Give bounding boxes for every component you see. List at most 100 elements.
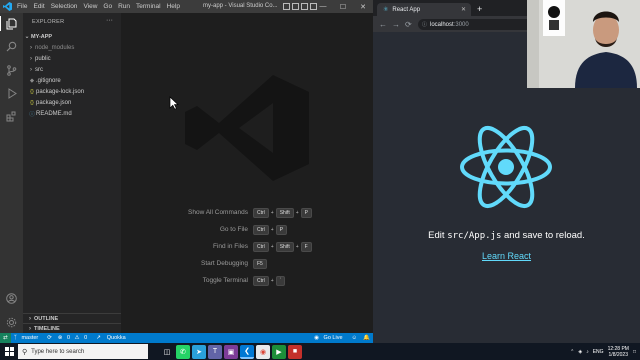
editor-area[interactable]: Show All Commands Ctrl + Shift + P Go to… — [121, 13, 373, 333]
mouse-cursor-icon — [169, 96, 179, 110]
toggle-panel-icon[interactable] — [292, 3, 299, 10]
tab-title: React App — [392, 6, 421, 13]
clock[interactable]: 12:28 PM 1/8/2023 — [608, 346, 629, 358]
url-field[interactable]: ⓘ localhost:3000 — [418, 19, 538, 30]
clock-date: 1/8/2023 — [608, 351, 628, 358]
key: Shift — [275, 208, 294, 218]
quokka-status[interactable]: Quokka — [104, 335, 129, 341]
reload-icon[interactable]: ⟳ — [405, 20, 412, 29]
hint-show-all-commands: Show All Commands — [188, 209, 248, 216]
run-debug-icon[interactable] — [4, 86, 19, 101]
tree-item-package-lock[interactable]: {} package-lock.json — [23, 86, 121, 97]
remote-indicator[interactable]: ⇄ — [0, 333, 11, 343]
vscode-taskbar-icon[interactable]: ❮ — [240, 344, 254, 359]
go-live-button[interactable]: ◉ Go Live — [311, 335, 348, 341]
edit-code: src/App.js — [447, 231, 502, 241]
volume-icon[interactable]: ♪ — [586, 349, 589, 355]
toggle-sidebar-icon[interactable] — [283, 3, 290, 10]
menu-run[interactable]: Run — [115, 3, 133, 10]
network-icon[interactable]: ◈ — [578, 349, 582, 355]
toggle-secondary-sidebar-icon[interactable] — [301, 3, 308, 10]
telegram-icon[interactable]: ➤ — [192, 344, 206, 359]
explorer-icon[interactable] — [0, 16, 23, 31]
chrome-icon[interactable]: ◉ — [256, 344, 270, 359]
maximize-button[interactable]: ☐ — [333, 0, 353, 13]
key: ` — [275, 276, 286, 286]
tree-item-readme[interactable]: ⓘ README.md — [23, 108, 121, 119]
menu-bar: File Edit Selection View Go Run Terminal… — [14, 3, 183, 10]
menu-selection[interactable]: Selection — [48, 3, 81, 10]
problems-status[interactable]: ⊗ 0 ⚠ 0 — [55, 335, 93, 341]
chevron-right-icon: › — [30, 44, 32, 51]
red-app-icon[interactable]: ■ — [288, 344, 302, 359]
manage-gear-icon[interactable] — [4, 315, 19, 330]
menu-help[interactable]: Help — [164, 3, 183, 10]
account-icon[interactable] — [4, 291, 19, 306]
key: F — [300, 242, 312, 252]
notification-center-icon[interactable]: □ — [633, 349, 636, 355]
tree-item-label: package-lock.json — [36, 88, 85, 95]
forward-arrow-icon[interactable]: → — [392, 20, 400, 29]
menu-terminal[interactable]: Terminal — [133, 3, 164, 10]
explorer-sidebar: EXPLORER ··· ⌄ MY-APP › node_modules › p… — [23, 13, 121, 333]
tree-item-node-modules[interactable]: › node_modules — [23, 42, 121, 53]
tab-react-app[interactable]: ⚛ React App ✕ — [377, 3, 471, 16]
search-icon: ⚲ — [22, 348, 28, 356]
menu-go[interactable]: Go — [100, 3, 115, 10]
search-icon[interactable] — [4, 39, 19, 54]
menu-view[interactable]: View — [80, 3, 100, 10]
timeline-section[interactable]: › TIMELINE — [23, 323, 121, 333]
minimize-button[interactable]: — — [313, 0, 333, 13]
key: P — [275, 225, 288, 235]
git-file-icon: ◆ — [29, 77, 35, 84]
keys-show-all-commands: Ctrl + Shift + P — [253, 208, 312, 218]
new-tab-button[interactable]: + — [477, 4, 482, 14]
tree-item-label: package.json — [36, 99, 72, 106]
explorer-more-actions[interactable]: ··· — [106, 17, 113, 24]
tree-item-src[interactable]: › src — [23, 64, 121, 75]
edit-suffix: and save to reload. — [501, 230, 585, 241]
task-view-icon[interactable]: ◫ — [160, 345, 174, 359]
json-file-icon: {} — [30, 88, 34, 95]
tree-item-package-json[interactable]: {} package.json — [23, 97, 121, 108]
windows-start-icon[interactable] — [0, 343, 18, 360]
key: F5 — [253, 259, 267, 269]
outline-label: OUTLINE — [34, 315, 59, 322]
close-tab-icon[interactable]: ✕ — [461, 6, 466, 13]
key-plus: + — [270, 210, 274, 216]
branch-status[interactable]: ᛉ master — [11, 335, 45, 341]
close-button[interactable]: ✕ — [353, 0, 373, 13]
green-app-icon[interactable]: ▶ — [272, 344, 286, 359]
language-indicator[interactable]: ENG — [593, 349, 604, 355]
notifications-icon[interactable]: 🔔 — [360, 335, 373, 341]
project-folder[interactable]: ⌄ MY-APP — [23, 31, 121, 42]
feedback-icon[interactable]: ☺ — [349, 335, 361, 341]
key-plus: + — [295, 210, 299, 216]
menu-edit[interactable]: Edit — [30, 3, 47, 10]
screen: File Edit Selection View Go Run Terminal… — [0, 0, 640, 360]
back-arrow-icon[interactable]: ← — [379, 20, 387, 29]
timeline-label: TIMELINE — [34, 325, 60, 332]
tray-chevron-icon[interactable]: ⌃ — [570, 349, 574, 355]
outline-section[interactable]: › OUTLINE — [23, 313, 121, 323]
windows-taskbar: ⚲ Type here to search ◫ ✆ ➤ T ▣ ❮ ◉ ▶ ■ … — [0, 343, 640, 360]
learn-react-link[interactable]: Learn React — [373, 251, 640, 261]
url-port: :3000 — [453, 21, 469, 28]
site-info-icon[interactable]: ⓘ — [422, 21, 427, 28]
live-share-icon[interactable]: ↗ — [93, 335, 104, 341]
status-bar: ⇄ ᛉ master ⟳ ⊗ 0 ⚠ 0 ↗ Quokka ◉ Go Live … — [0, 333, 373, 343]
source-control-icon[interactable] — [4, 63, 19, 78]
media-app-icon[interactable]: ▣ — [224, 344, 238, 359]
extensions-icon[interactable] — [4, 109, 19, 124]
search-placeholder: Type here to search — [31, 348, 85, 355]
tree-item-gitignore[interactable]: ◆ .gitignore — [23, 75, 121, 86]
sync-icon[interactable]: ⟳ — [44, 335, 55, 341]
chevron-right-icon: › — [29, 315, 31, 322]
tree-item-public[interactable]: › public — [23, 53, 121, 64]
whatsapp-icon[interactable]: ✆ — [176, 344, 190, 359]
teams-icon[interactable]: T — [208, 344, 222, 359]
taskbar-search[interactable]: ⚲ Type here to search — [18, 344, 148, 359]
menu-file[interactable]: File — [14, 3, 30, 10]
key: Ctrl — [253, 225, 269, 235]
activity-bar — [0, 13, 23, 333]
